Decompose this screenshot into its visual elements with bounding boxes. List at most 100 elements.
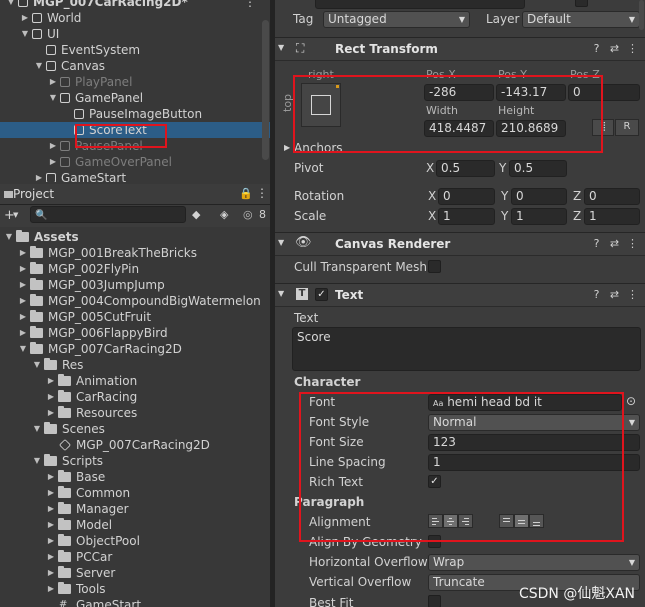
more-menu-icon[interactable]: ⋮ xyxy=(244,0,256,10)
canvas-renderer-header[interactable]: ▼ 👁 Canvas Renderer ? ⇄ ⋮ xyxy=(275,232,645,256)
preset-icon[interactable]: ⇄ xyxy=(609,238,620,249)
hierarchy-item[interactable]: PauseImageButton xyxy=(0,106,270,122)
chevron-down-icon[interactable]: ▼ xyxy=(6,0,16,10)
chevron-right-icon[interactable]: ▶ xyxy=(34,170,44,182)
line-spacing-field[interactable]: 1 xyxy=(428,454,640,471)
cull-transparent-checkbox[interactable] xyxy=(428,260,441,273)
project-item[interactable]: ▶ Animation xyxy=(0,373,270,389)
hierarchy-item-selected[interactable]: ScoreText xyxy=(0,122,270,138)
align-top-button[interactable] xyxy=(499,514,514,528)
align-center-button[interactable] xyxy=(443,514,458,528)
chevron-right-icon[interactable]: ▶ xyxy=(46,373,56,389)
project-item[interactable]: ▶ Model xyxy=(0,517,270,533)
hierarchy-item[interactable]: ▼ Canvas xyxy=(0,58,270,74)
hierarchy-item[interactable]: ▼ MGP_007CarRacing2D* ⋮ xyxy=(0,0,270,10)
project-item[interactable]: ▶ Base xyxy=(0,469,270,485)
chevron-right-icon[interactable]: ▶ xyxy=(284,143,290,152)
chevron-right-icon[interactable]: ▶ xyxy=(18,293,28,309)
project-item[interactable]: ▼ Scripts xyxy=(0,453,270,469)
posy-field[interactable]: -143.17 xyxy=(496,84,566,101)
posz-field[interactable]: 0 xyxy=(568,84,640,101)
project-item[interactable]: ▶ Server xyxy=(0,565,270,581)
align-right-button[interactable] xyxy=(458,514,473,528)
hierarchy-item[interactable]: ▶ GameOverPanel xyxy=(0,154,270,170)
chevron-right-icon[interactable]: ▶ xyxy=(18,325,28,341)
project-search-input[interactable]: 🔍 xyxy=(30,206,186,223)
chevron-right-icon[interactable]: ▶ xyxy=(18,309,28,325)
project-item[interactable]: ▼ Scenes xyxy=(0,421,270,437)
hierarchy-item[interactable]: ▼ GamePanel xyxy=(0,90,270,106)
hierarchy-item[interactable]: ▼ UI xyxy=(0,26,270,42)
filter-label-icon[interactable]: ◈ xyxy=(220,208,228,221)
align-bottom-button[interactable] xyxy=(529,514,544,528)
hierarchy-item[interactable]: ▶ PausePanel xyxy=(0,138,270,154)
text-enabled-checkbox[interactable]: ✓ xyxy=(315,288,328,301)
chevron-down-icon[interactable]: ▼ xyxy=(4,229,14,245)
project-item[interactable]: ▶ PCCar xyxy=(0,549,270,565)
pivot-x-field[interactable]: 0.5 xyxy=(436,160,495,177)
hierarchy-scrollbar[interactable] xyxy=(262,20,269,160)
chevron-down-icon[interactable]: ▼ xyxy=(278,289,284,298)
help-icon[interactable]: ? xyxy=(591,43,602,54)
project-item[interactable]: ▶ MGP_006FlappyBird xyxy=(0,325,270,341)
chevron-down-icon[interactable]: ▼ xyxy=(34,58,44,74)
more-menu-icon[interactable]: ⋮ xyxy=(256,186,268,200)
project-item[interactable]: ▶ CarRacing xyxy=(0,389,270,405)
project-item[interactable]: ▶ MGP_004CompoundBigWatermelon xyxy=(0,293,270,309)
chevron-down-icon[interactable]: ▼ xyxy=(278,238,284,247)
chevron-down-icon[interactable]: ▼ xyxy=(32,421,42,437)
chevron-right-icon[interactable]: ▶ xyxy=(20,10,30,26)
project-item[interactable]: ▶ Common xyxy=(0,485,270,501)
chevron-down-icon[interactable]: ▼ xyxy=(278,43,284,52)
chevron-right-icon[interactable]: ▶ xyxy=(18,277,28,293)
project-item[interactable]: ▶ MGP_005CutFruit xyxy=(0,309,270,325)
chevron-right-icon[interactable]: ▶ xyxy=(46,469,56,485)
help-icon[interactable]: ? xyxy=(591,238,602,249)
object-picker-icon[interactable]: ⊙ xyxy=(626,394,636,408)
align-left-button[interactable] xyxy=(428,514,443,528)
hierarchy-item[interactable]: ▶ PlayPanel xyxy=(0,74,270,90)
project-item[interactable]: ▶ Tools xyxy=(0,581,270,597)
pivot-y-field[interactable]: 0.5 xyxy=(509,160,567,177)
filter-type-icon[interactable]: ◆ xyxy=(192,208,200,221)
chevron-right-icon[interactable]: ▶ xyxy=(46,501,56,517)
project-item[interactable]: ▶ Manager xyxy=(0,501,270,517)
chevron-right-icon[interactable]: ▶ xyxy=(46,485,56,501)
chevron-down-icon[interactable]: ▼ xyxy=(32,357,42,373)
text-value-area[interactable]: Score xyxy=(292,327,641,371)
hierarchy-item[interactable]: ▶ World xyxy=(0,10,270,26)
help-icon[interactable]: ? xyxy=(591,289,602,300)
tag-dropdown[interactable]: Untagged ▼ xyxy=(323,11,470,28)
project-tab-label[interactable]: Project xyxy=(13,187,54,201)
project-item[interactable]: ▶ MGP_003JumpJump xyxy=(0,277,270,293)
lock-icon[interactable]: 🔒 xyxy=(239,187,253,200)
anchors-label[interactable]: Anchors xyxy=(294,141,343,155)
project-item[interactable]: # GameStart xyxy=(0,597,270,607)
blueprint-mode-icon[interactable]: ⣿ xyxy=(592,119,614,136)
scale-y-field[interactable]: 1 xyxy=(511,208,567,225)
chevron-right-icon[interactable]: ▶ xyxy=(48,138,58,154)
project-item[interactable]: ▼ MGP_007CarRacing2D xyxy=(0,341,270,357)
more-menu-icon[interactable]: ⋮ xyxy=(627,238,638,249)
project-item[interactable]: ▶ MGP_001BreakTheBricks xyxy=(0,245,270,261)
rotation-z-field[interactable]: 0 xyxy=(584,188,640,205)
project-item[interactable]: ▼ Assets xyxy=(0,229,270,245)
chevron-right-icon[interactable]: ▶ xyxy=(46,517,56,533)
chevron-right-icon[interactable]: ▶ xyxy=(46,549,56,565)
project-item[interactable]: ▶ MGP_002FlyPin xyxy=(0,261,270,277)
chevron-down-icon[interactable]: ▼ xyxy=(18,341,28,357)
height-field[interactable]: 210.8689 xyxy=(496,120,566,137)
scale-x-field[interactable]: 1 xyxy=(438,208,495,225)
project-item[interactable]: ▼ Res xyxy=(0,357,270,373)
project-item[interactable]: ▶ ObjectPool xyxy=(0,533,270,549)
inspector-scrollbar[interactable] xyxy=(639,0,644,30)
object-name-field[interactable] xyxy=(315,0,525,9)
chevron-right-icon[interactable]: ▶ xyxy=(46,389,56,405)
font-style-dropdown[interactable]: Normal ▼ xyxy=(428,414,640,431)
rect-transform-header[interactable]: ▼ ⛶ Rect Transform ? ⇄ ⋮ xyxy=(275,37,645,61)
layer-dropdown[interactable]: Default ▼ xyxy=(522,11,640,28)
chevron-down-icon[interactable]: ▼ xyxy=(32,453,42,469)
anchor-presets-button[interactable] xyxy=(301,83,341,127)
hidden-packages-icon[interactable]: ◎ xyxy=(243,208,253,221)
chevron-down-icon[interactable]: ▼ xyxy=(13,211,18,219)
